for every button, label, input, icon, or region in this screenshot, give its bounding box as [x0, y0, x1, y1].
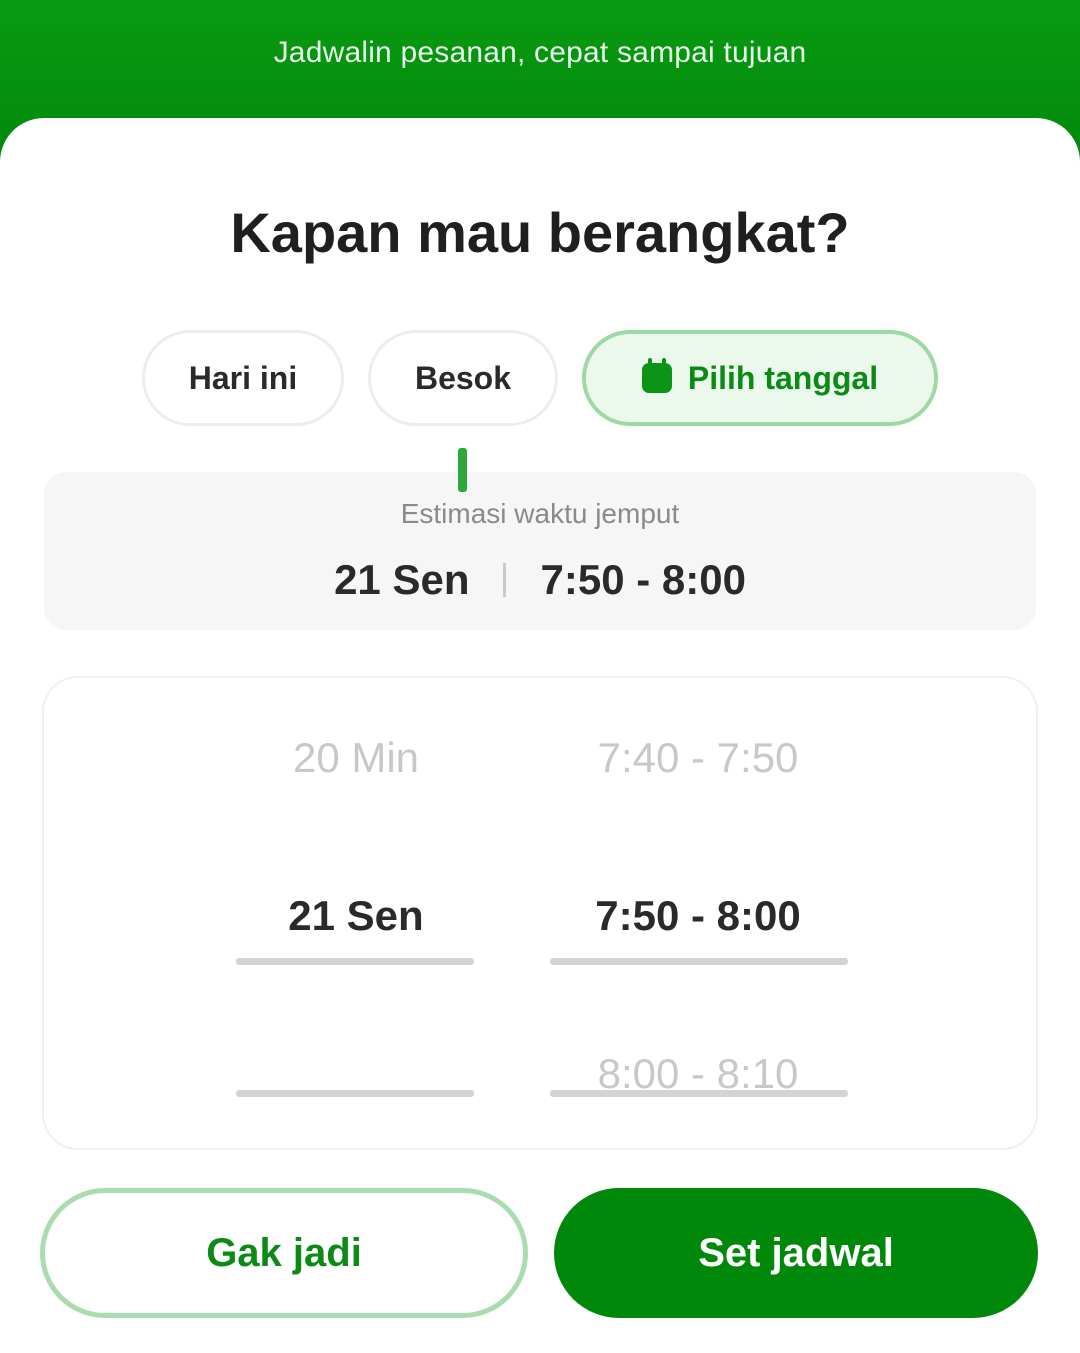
calendar-icon [641, 358, 672, 393]
date-option-selected[interactable]: 21 Sen [236, 892, 476, 940]
cancel-button[interactable]: Gak jadi [40, 1188, 528, 1318]
date-option-prev[interactable]: 20 Min [236, 734, 476, 782]
date-time-picker[interactable]: 20 Min 21 Sen 7:40 - 7:50 7:50 - 8:00 8:… [42, 676, 1038, 1150]
chip-pick-date[interactable]: Pilih tanggal [582, 330, 938, 426]
chip-pick-date-label: Pilih tanggal [687, 359, 879, 396]
time-option-prev[interactable]: 7:40 - 7:50 [550, 734, 846, 782]
picker-divider-marker [458, 448, 467, 492]
dialog-title: Kapan mau berangkat? [230, 201, 850, 264]
schedule-sheet: Kapan mau berangkat? Hari ini Besok Pili… [0, 118, 1080, 1353]
chip-today[interactable]: Hari ini [142, 330, 344, 426]
chip-tomorrow[interactable]: Besok [368, 330, 558, 426]
estimate-value: 21 Sen 7:50 - 8:00 [44, 556, 1036, 604]
time-option-selected[interactable]: 7:50 - 8:00 [550, 892, 846, 940]
date-selection-line-bottom [236, 1090, 474, 1097]
chip-tomorrow-label: Besok [414, 359, 512, 396]
time-selection-line-bottom [550, 1090, 848, 1097]
set-schedule-button-label: Set jadwal [698, 1230, 894, 1275]
date-selection-line-top [236, 958, 474, 965]
banner-text: Jadwalin pesanan, cepat sampai tujuan [273, 36, 807, 69]
estimate-time: 7:50 - 8:00 [540, 556, 746, 603]
estimate-date: 21 Sen [334, 556, 470, 603]
pickup-estimate: Estimasi waktu jemput 21 Sen 7:50 - 8:00 [44, 472, 1036, 630]
cancel-button-label: Gak jadi [206, 1230, 362, 1275]
estimate-divider [503, 563, 507, 597]
set-schedule-button[interactable]: Set jadwal [554, 1188, 1038, 1318]
time-selection-line-top [550, 958, 848, 965]
estimate-label: Estimasi waktu jemput [400, 498, 680, 529]
chip-today-label: Hari ini [188, 359, 298, 396]
